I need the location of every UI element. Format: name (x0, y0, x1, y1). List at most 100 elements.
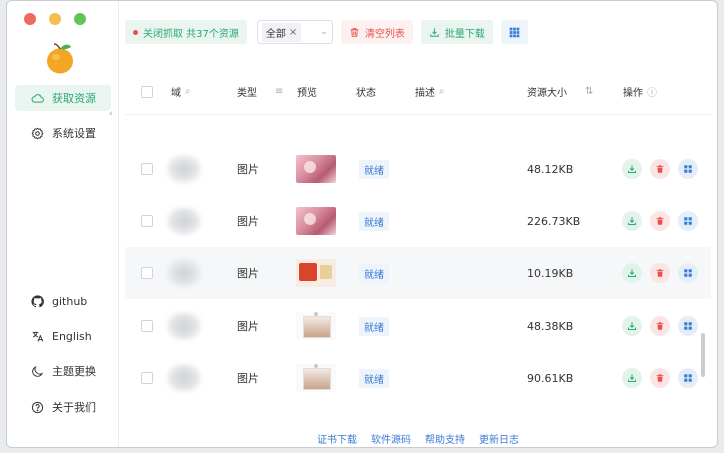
row-checkbox[interactable] (141, 163, 153, 175)
status-badge: 就绪 (359, 159, 389, 179)
row-size: 10.19KB (527, 266, 574, 280)
domain-redacted (167, 207, 201, 235)
domain-redacted (167, 312, 201, 340)
sidebar-item-fetch[interactable]: 获取资源 (15, 85, 111, 111)
download-button[interactable] (622, 368, 642, 388)
open-button[interactable] (678, 159, 698, 179)
search-icon[interactable]: ⌕ (185, 86, 191, 97)
maximize-window-button[interactable] (74, 13, 86, 25)
sidebar-item-github[interactable]: github (15, 288, 111, 314)
filter-icon[interactable]: ≡ (275, 86, 283, 97)
row-checkbox[interactable] (141, 215, 153, 227)
preview-thumbnail[interactable] (296, 312, 336, 340)
row-checkbox[interactable] (141, 267, 153, 279)
status-badge: 就绪 (359, 263, 389, 283)
sidebar: 获取资源 ‹ 系统设置 github English 主题更换 关于我们 (7, 1, 119, 447)
column-header-size: 资源大小 (527, 88, 567, 99)
domain-redacted (167, 259, 201, 287)
row-checkbox[interactable] (141, 320, 153, 332)
delete-button[interactable] (650, 159, 670, 179)
status-badge: 就绪 (359, 211, 389, 231)
row-size: 48.12KB (527, 162, 574, 176)
help-circle-icon (31, 401, 44, 413)
help-circle-icon: ⓘ (647, 88, 657, 99)
capture-toggle-button[interactable]: 关闭抓取 共37个资源 (125, 20, 247, 44)
download-icon (627, 216, 637, 226)
cloud-icon (31, 93, 44, 103)
preview-thumbnail[interactable] (296, 207, 336, 235)
close-window-button[interactable] (24, 13, 36, 25)
open-button[interactable] (678, 211, 698, 231)
grid-icon (509, 27, 520, 37)
sidebar-item-about[interactable]: 关于我们 (15, 394, 111, 420)
minimize-window-button[interactable] (49, 13, 61, 25)
table-row[interactable]: 图片 就绪 48.12KB (125, 143, 711, 195)
preview-thumbnail[interactable] (296, 364, 336, 392)
column-header-type: 类型 (237, 88, 257, 99)
sidebar-item-theme[interactable]: 主题更换 (15, 358, 111, 384)
moon-icon (32, 365, 44, 377)
delete-button[interactable] (650, 211, 670, 231)
sidebar-item-label: 主题更换 (52, 365, 96, 378)
table-row[interactable]: 图片 就绪 226.73KB (125, 195, 711, 247)
row-size: 90.61KB (527, 371, 574, 385)
download-icon (627, 164, 637, 174)
trash-icon (655, 216, 665, 226)
column-header-actions: 操作 (623, 88, 643, 99)
status-badge: 就绪 (359, 316, 389, 336)
gear-icon (31, 127, 44, 139)
table-row[interactable]: 图片 就绪 90.61KB (125, 352, 711, 404)
batch-download-button[interactable]: 批量下载 (420, 20, 493, 44)
download-icon (430, 27, 439, 37)
download-icon (627, 373, 637, 383)
download-button[interactable] (622, 211, 642, 231)
column-header-domain: 域 (171, 88, 181, 99)
row-type: 图片 (237, 215, 259, 228)
capture-status-label: 关闭抓取 共37个资源 (143, 28, 239, 40)
delete-button[interactable] (650, 368, 670, 388)
delete-button[interactable] (650, 263, 670, 283)
grid-view-button[interactable] (500, 20, 528, 44)
window-controls (24, 13, 86, 25)
clear-list-button[interactable]: 清空列表 (340, 20, 413, 44)
search-icon[interactable]: ⌕ (439, 86, 445, 97)
row-size: 226.73KB (527, 214, 581, 228)
table-header: 域 ⌕ 类型 ≡ 预览 状态 描述 ⌕ 资源大小 ⇅ 操作 ⓘ (125, 69, 711, 115)
column-header-status: 状态 (356, 88, 376, 99)
row-type: 图片 (237, 163, 259, 176)
grid-icon (683, 321, 693, 331)
select-all-checkbox[interactable] (141, 86, 153, 98)
app-window: 获取资源 ‹ 系统设置 github English 主题更换 关于我们 关闭抓… (6, 0, 718, 448)
remove-tag-icon[interactable]: × (289, 27, 297, 38)
row-checkbox[interactable] (141, 372, 153, 384)
preview-thumbnail[interactable] (296, 259, 336, 287)
download-button[interactable] (622, 159, 642, 179)
table-row[interactable]: 图片 就绪 10.19KB (125, 247, 711, 299)
row-type: 图片 (237, 372, 259, 385)
table-row[interactable]: 图片 就绪 48.38KB (125, 300, 711, 352)
collapse-sidebar-icon[interactable]: ‹ (109, 109, 113, 119)
status-badge: 就绪 (359, 368, 389, 388)
grid-icon (683, 164, 693, 174)
sort-icon[interactable]: ⇅ (585, 86, 593, 97)
preview-thumbnail[interactable] (296, 155, 336, 183)
sidebar-item-language[interactable]: English (15, 323, 111, 349)
type-filter-select[interactable]: 全部 × ⌄ (256, 20, 333, 44)
delete-button[interactable] (650, 316, 670, 336)
download-button[interactable] (622, 263, 642, 283)
grid-icon (683, 373, 693, 383)
open-button[interactable] (678, 368, 698, 388)
open-button[interactable] (678, 316, 698, 336)
scrollbar[interactable] (701, 333, 705, 377)
changelog-link[interactable]: 更新日志 (479, 431, 519, 446)
trash-icon (655, 373, 665, 383)
resource-table: 域 ⌕ 类型 ≡ 预览 状态 描述 ⌕ 资源大小 ⇅ 操作 ⓘ 图片 就绪 48.1… (125, 69, 711, 392)
open-button[interactable] (678, 263, 698, 283)
certificate-download-link[interactable]: 证书下载 (317, 431, 357, 446)
clear-list-label: 清空列表 (364, 28, 405, 40)
sidebar-item-settings[interactable]: 系统设置 (15, 120, 111, 146)
status-dot (133, 29, 138, 35)
download-button[interactable] (622, 316, 642, 336)
help-support-link[interactable]: 帮助支持 (425, 431, 465, 446)
source-code-link[interactable]: 软件源码 (371, 431, 411, 446)
